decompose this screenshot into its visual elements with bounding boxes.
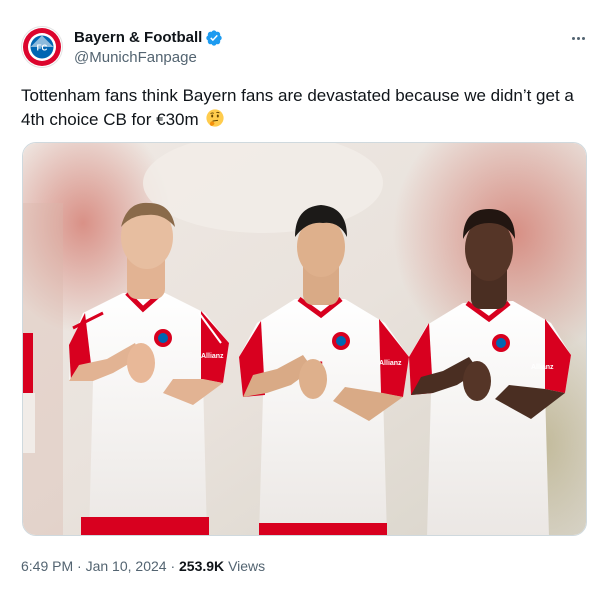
svg-text:Allianz: Allianz <box>531 364 554 371</box>
svg-text:FC: FC <box>37 44 48 53</box>
fc-bayern-crest-icon: FC <box>23 28 61 66</box>
more-dot-icon <box>581 36 585 40</box>
tweet-meta: 6:49 PM · Jan 10, 2024 · 253.9K Views <box>21 557 265 575</box>
more-dot-icon <box>576 36 580 40</box>
verified-badge-icon <box>206 30 223 46</box>
author-handle[interactable]: @MunichFanpage <box>74 49 197 67</box>
more-options-button[interactable] <box>566 28 590 48</box>
thinking-face-icon <box>206 109 224 127</box>
tweet-card: FC Bayern & Football @MunichFanpage Tott… <box>0 0 601 589</box>
tweet-time[interactable]: 6:49 PM <box>21 558 73 574</box>
sponsor-label: Allianz <box>201 353 224 360</box>
views-count: 253.9K <box>179 558 225 574</box>
views-label: Views <box>228 558 266 574</box>
svg-text:Allianz: Allianz <box>379 360 402 367</box>
three-players-in-red-white-kits-photo: Allianz T Allianz T <box>23 143 586 535</box>
meta-separator: · <box>170 558 176 574</box>
avatar[interactable]: FC <box>21 26 63 68</box>
tweet-date[interactable]: Jan 10, 2024 <box>86 558 167 574</box>
tweet-text-body: Tottenham fans think Bayern fans are dev… <box>21 86 574 129</box>
display-name[interactable]: Bayern & Football <box>74 28 202 48</box>
tweet-text: Tottenham fans think Bayern fans are dev… <box>21 84 586 132</box>
more-dot-icon <box>571 36 575 40</box>
author-name-row: Bayern & Football <box>74 28 223 48</box>
meta-separator: · <box>77 558 82 574</box>
tweet-photo[interactable]: Allianz T Allianz T <box>22 142 587 536</box>
